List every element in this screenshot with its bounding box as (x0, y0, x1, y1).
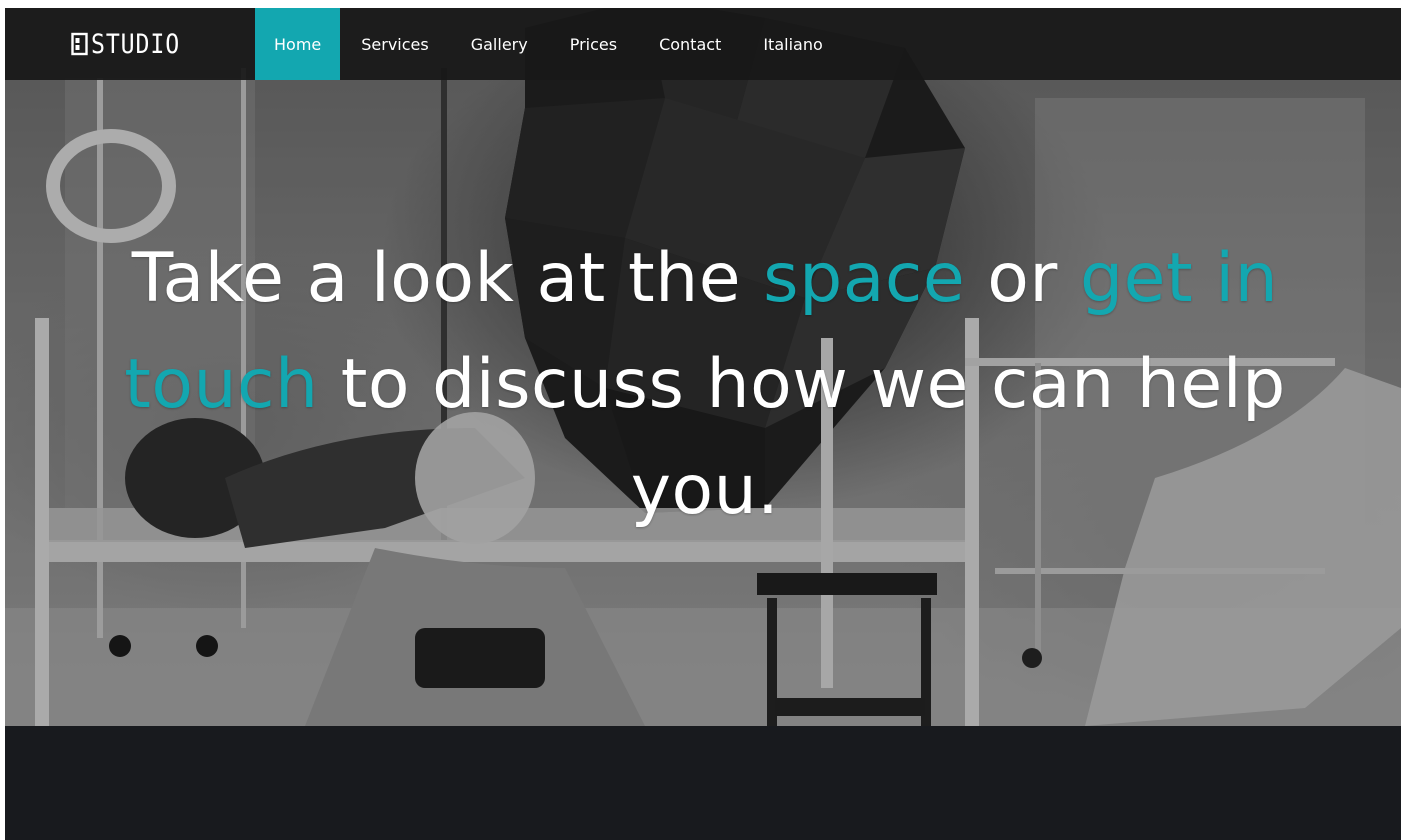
page: Take a look at the space or get in touch… (5, 8, 1401, 840)
main-nav: Home Services Gallery Prices Contact Ita… (255, 8, 844, 80)
headline-text-1: Take a look at the (131, 239, 764, 318)
nav-item-prices[interactable]: Prices (549, 8, 638, 80)
lower-section (5, 726, 1401, 840)
brand-logo[interactable]: STUDIO (71, 26, 195, 62)
headline-link-space[interactable]: space (763, 239, 965, 318)
studio-logo-mark-icon (71, 32, 88, 56)
headline-text-3: to discuss how we can help you. (318, 345, 1286, 530)
nav-item-services[interactable]: Services (340, 8, 449, 80)
hero-headline: Take a look at the space or get in touch… (115, 226, 1295, 544)
nav-item-gallery[interactable]: Gallery (450, 8, 549, 80)
brand-name: STUDIO (91, 28, 181, 60)
headline-text-2: or (965, 239, 1080, 318)
nav-item-italiano[interactable]: Italiano (742, 8, 843, 80)
nav-item-home[interactable]: Home (255, 8, 341, 80)
nav-item-contact[interactable]: Contact (638, 8, 742, 80)
hero-section: Take a look at the space or get in touch… (5, 8, 1401, 726)
top-navbar: STUDIO Home Services Gallery Prices Cont… (5, 8, 1401, 80)
